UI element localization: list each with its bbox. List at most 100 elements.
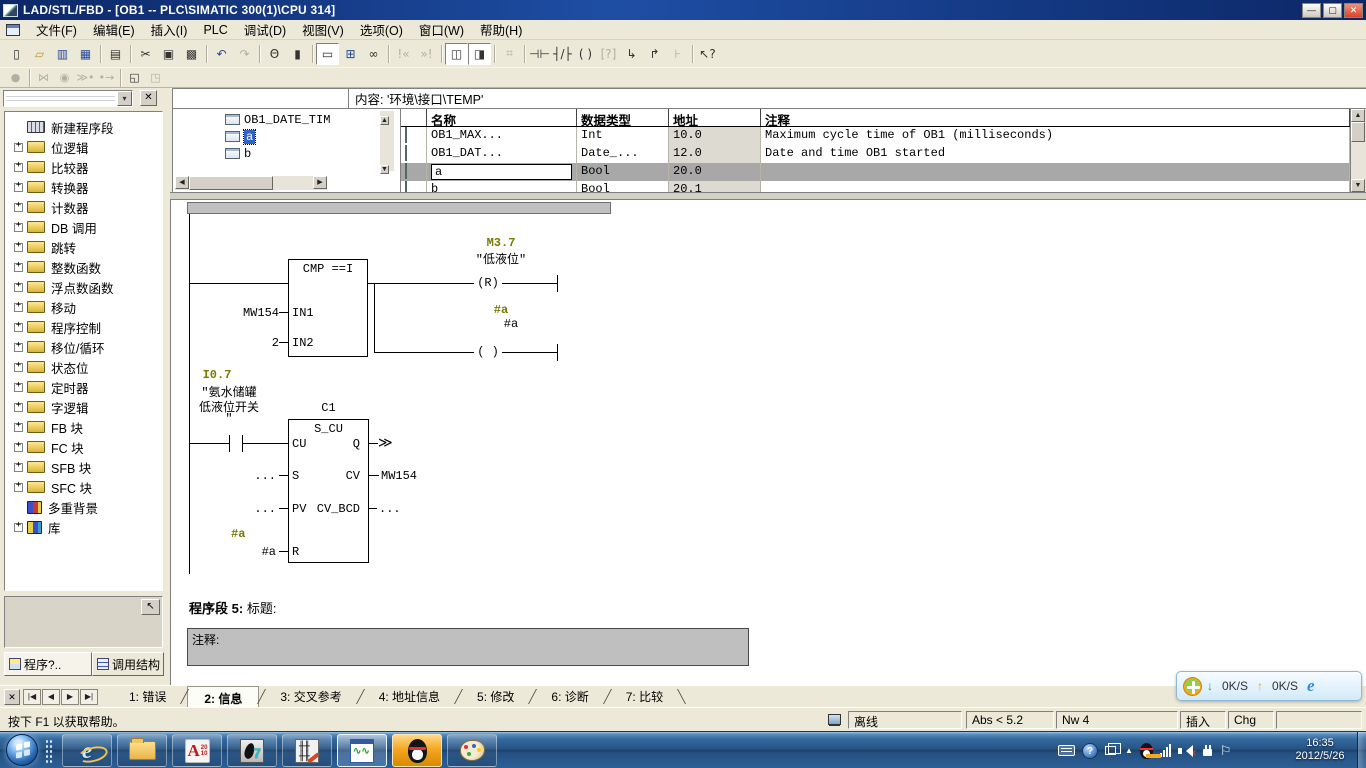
download-blocks-icon[interactable]: ▮: [286, 43, 309, 65]
go-online-icon[interactable]: Θ: [263, 43, 286, 65]
tree-item-sfc-blocks[interactable]: SFC 块: [14, 477, 162, 497]
counter-name[interactable]: C1: [288, 401, 369, 415]
menu-insert[interactable]: 插入(I): [143, 18, 196, 41]
pane-splitter[interactable]: [170, 192, 1366, 200]
tree-item-db-call[interactable]: DB 调用: [14, 217, 162, 237]
run-to-icon[interactable]: ≫•: [75, 69, 96, 86]
tree-item-program-control[interactable]: 程序控制: [14, 317, 162, 337]
tab-modify[interactable]: 5: 修改: [461, 685, 530, 708]
tree-item-fc-blocks[interactable]: FC 块: [14, 437, 162, 457]
expand-icon[interactable]: [14, 143, 23, 152]
scroll-down-icon[interactable]: ▼: [1351, 179, 1365, 192]
taskbar-paint[interactable]: [447, 734, 497, 767]
name-edit-cell[interactable]: a: [431, 164, 572, 180]
show-desktop-button[interactable]: [1357, 732, 1366, 768]
paste-icon[interactable]: ▩: [180, 43, 203, 65]
taskbar-file-explorer[interactable]: [117, 734, 167, 767]
interface-item[interactable]: b: [173, 145, 400, 162]
expand-icon[interactable]: [14, 243, 23, 252]
close-output-icon[interactable]: ✕: [4, 689, 20, 705]
taskbar-internet-explorer[interactable]: e: [62, 734, 112, 767]
interface-scrollbar[interactable]: ▲ ▼: [380, 111, 394, 171]
program-elements-icon[interactable]: ▭: [316, 43, 339, 65]
scroll-up-icon[interactable]: ▲: [1351, 109, 1365, 122]
expand-icon[interactable]: [14, 523, 23, 532]
context-help-icon[interactable]: ↖?: [696, 43, 719, 65]
interface-item[interactable]: OB1_DATE_TIM: [173, 111, 400, 128]
ladder-editor[interactable]: CMP ==I IN1 IN2 MW154 2 M3.7 "低液位" (R) #…: [170, 200, 1366, 685]
reset-coil[interactable]: (R): [474, 276, 502, 290]
undo-icon[interactable]: ↶: [210, 43, 233, 65]
table-scrollbar[interactable]: ▲ ▼: [1350, 109, 1366, 192]
taskbar-simatic-manager[interactable]: 7: [227, 734, 277, 767]
scroll-right-icon[interactable]: ▶: [313, 176, 327, 189]
volume-muted-icon[interactable]: ✕: [1178, 744, 1195, 757]
scrollbar-thumb[interactable]: [1351, 122, 1365, 142]
counter-s-operand[interactable]: ...: [216, 469, 276, 483]
catalog-combobox[interactable]: ▾: [3, 90, 133, 107]
language-keyboard-icon[interactable]: [1058, 745, 1075, 756]
expand-icon[interactable]: [14, 283, 23, 292]
tree-item-move[interactable]: 移动: [14, 297, 162, 317]
tree-item-fb-blocks[interactable]: FB 块: [14, 417, 162, 437]
taskbar-clock[interactable]: 16:35 2012/5/26: [1288, 737, 1352, 763]
previous-error-icon[interactable]: !«: [392, 43, 415, 65]
q-open-output[interactable]: ≫: [378, 435, 393, 452]
tree-item-float-fn[interactable]: 浮点数函数: [14, 277, 162, 297]
output-coil[interactable]: ( ): [474, 345, 502, 359]
menu-edit[interactable]: 编辑(E): [85, 18, 143, 41]
counter-pv-operand[interactable]: ...: [216, 502, 276, 516]
open-block-window-icon[interactable]: ◱: [124, 69, 145, 86]
menu-window[interactable]: 窗口(W): [411, 18, 472, 41]
show-hidden-icons[interactable]: ▲: [1125, 746, 1133, 755]
close-branch-icon[interactable]: ↱: [643, 43, 666, 65]
tree-item-status-bits[interactable]: 状态位: [14, 357, 162, 377]
tree-item-counter[interactable]: 计数器: [14, 197, 162, 217]
tree-item-timers[interactable]: 定时器: [14, 377, 162, 397]
open-branch-icon[interactable]: ↳: [620, 43, 643, 65]
restore-window-icon[interactable]: [1105, 746, 1116, 755]
symbol-info-icon[interactable]: ⊞: [339, 43, 362, 65]
minimize-button[interactable]: —: [1302, 3, 1321, 18]
browser-icon[interactable]: e: [1307, 676, 1315, 696]
expand-icon[interactable]: [14, 483, 23, 492]
tree-item-multi-instance[interactable]: 多重背景: [14, 497, 162, 517]
expand-icon[interactable]: [14, 183, 23, 192]
counter-cv-operand[interactable]: MW154: [381, 469, 417, 483]
scroll-down-icon[interactable]: ▼: [380, 165, 389, 174]
cmp-in2-operand[interactable]: 2: [211, 336, 279, 350]
save-icon[interactable]: ▦: [74, 43, 97, 65]
expand-icon[interactable]: [14, 223, 23, 232]
tab-call-structure[interactable]: 调用结构: [92, 652, 164, 676]
next-tab-icon[interactable]: ▶: [61, 689, 79, 705]
tree-item-bit-logic[interactable]: 位逻辑: [14, 137, 162, 157]
tree-item-converter[interactable]: 转换器: [14, 177, 162, 197]
table-row[interactable]: OB1_MAX...Int 10.0Maximum cycle time of …: [401, 127, 1350, 145]
counter-r-operand[interactable]: #a: [231, 545, 276, 559]
network5-title[interactable]: 程序段 5: 标题:: [189, 598, 276, 617]
clear-breakpoints-icon[interactable]: ⋈: [33, 69, 54, 86]
first-tab-icon[interactable]: |◀: [23, 689, 41, 705]
expand-icon[interactable]: [14, 263, 23, 272]
cut-icon[interactable]: ✂: [134, 43, 157, 65]
tree-item-library[interactable]: 库: [14, 517, 162, 537]
expand-icon[interactable]: [14, 363, 23, 372]
expand-icon[interactable]: [14, 303, 23, 312]
arrange-window-icon[interactable]: ◳: [145, 69, 166, 86]
save-as-icon[interactable]: ▥: [51, 43, 74, 65]
network-signal-icon[interactable]: [1160, 744, 1171, 757]
tree-item-word-logic[interactable]: 字逻辑: [14, 397, 162, 417]
expand-icon[interactable]: [14, 383, 23, 392]
power-plug-icon[interactable]: [1202, 744, 1213, 757]
taskbar-wincc[interactable]: [337, 734, 387, 767]
a-coil-address[interactable]: #a: [451, 303, 551, 317]
tree-item-shift-rotate[interactable]: 移位/循环: [14, 337, 162, 357]
expand-icon[interactable]: [14, 163, 23, 172]
tree-item-integer-fn[interactable]: 整数函数: [14, 257, 162, 277]
help-tray-icon[interactable]: ?: [1082, 743, 1098, 759]
breakpoint-icon[interactable]: ●: [5, 69, 26, 86]
prev-tab-icon[interactable]: ◀: [42, 689, 60, 705]
expand-icon[interactable]: [14, 323, 23, 332]
monitor-variable-icon[interactable]: ◉: [54, 69, 75, 86]
tab-address-info[interactable]: 4: 地址信息: [363, 685, 456, 708]
